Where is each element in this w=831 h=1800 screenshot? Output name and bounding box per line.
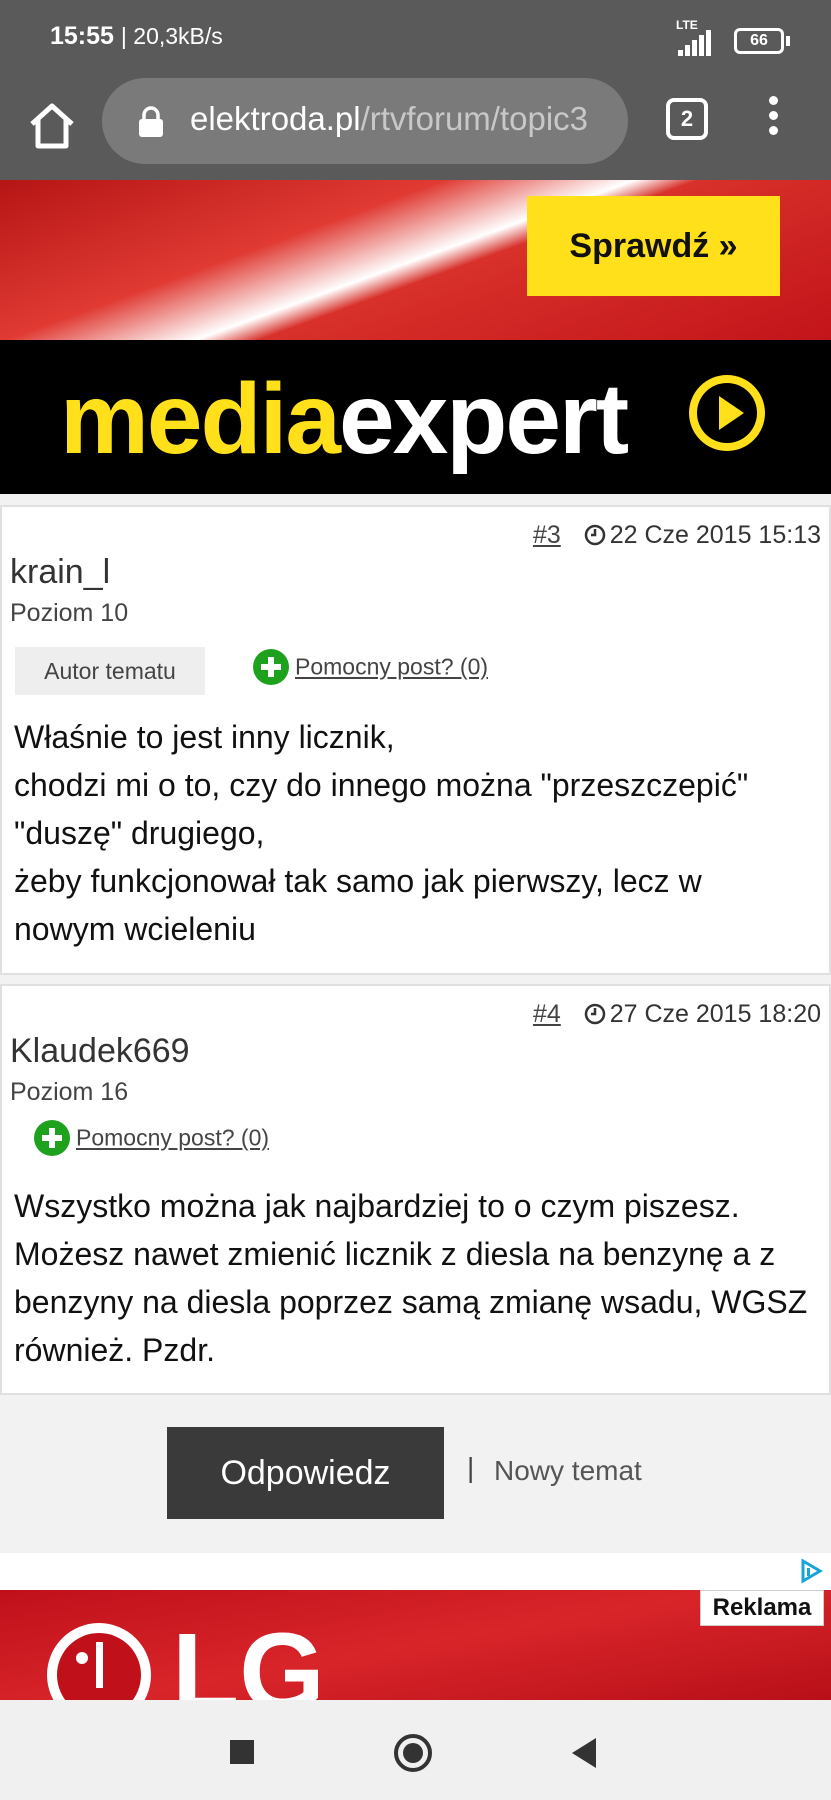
network-speed: | 20,3kB/s — [120, 23, 223, 49]
post-body: Wszystko można jak najbardziej to o czym… — [14, 1182, 824, 1374]
screen: 15:55 | 20,3kB/s LTE 66 elektroda.pl/rtv… — [0, 0, 831, 1800]
post-meta: #4 27 Cze 2015 18:20 — [533, 1000, 821, 1029]
forum-post: #3 22 Cze 2015 15:13 krain_l Poziom 10 A… — [0, 505, 831, 975]
post-text-line: żeby funkcjonował tak samo jak pierwszy,… — [14, 863, 702, 899]
home-button[interactable] — [22, 96, 82, 156]
post-number-link[interactable]: #4 — [533, 1000, 561, 1028]
signal-icon — [678, 30, 711, 56]
play-icon — [689, 375, 765, 451]
home-icon — [30, 103, 74, 149]
author-level: Poziom 16 — [10, 1078, 129, 1106]
post-text-line: Właśnie to jest inny licznik, — [14, 719, 395, 755]
home-nav-button[interactable] — [394, 1734, 432, 1772]
ad-header-strip — [0, 1553, 831, 1590]
clock-icon — [584, 524, 605, 546]
author-level: Poziom 10 — [10, 599, 129, 627]
menu-dot-icon — [768, 111, 778, 120]
recent-apps-button[interactable] — [230, 1740, 254, 1764]
ad-brand-logo: mediaexpert — [60, 363, 629, 475]
new-topic-link[interactable]: Nowy temat — [494, 1455, 642, 1487]
tab-count: 2 — [680, 106, 694, 131]
tab-switcher-button[interactable]: 2 — [666, 98, 708, 140]
url-text: elektroda.pl/rtvforum/topic3 — [190, 100, 588, 138]
address-bar[interactable]: elektroda.pl/rtvforum/topic3 — [102, 78, 628, 164]
overflow-menu-button[interactable] — [760, 96, 786, 144]
url-domain: elektroda.pl — [190, 100, 361, 137]
post-author[interactable]: krain_l — [10, 553, 110, 592]
topic-author-badge: Autor tematu — [15, 647, 205, 695]
status-bar: 15:55 | 20,3kB/s LTE 66 — [0, 0, 831, 78]
post-text-line: Możesz nawet zmienić licznik z diesla na… — [14, 1236, 776, 1272]
clock-icon — [584, 1003, 605, 1025]
lock-icon — [139, 106, 163, 137]
battery-tip — [786, 36, 790, 46]
helpful-post-label: Pomocny post? (0) — [295, 653, 489, 680]
helpful-post-button[interactable]: Pomocny post? (0) — [253, 649, 488, 685]
post-text-line: benzyny na diesla poprzez samą zmianę ws… — [14, 1284, 808, 1320]
post-text-line: Wszystko można jak najbardziej to o czym… — [14, 1188, 740, 1224]
helpful-post-label: Pomocny post? (0) — [76, 1124, 270, 1151]
brand-part-expert: expert — [339, 363, 629, 475]
menu-dot-icon — [768, 96, 778, 105]
post-text-line: również. Pzdr. — [14, 1332, 215, 1368]
battery-icon: 66 — [734, 28, 784, 54]
battery-level: 66 — [750, 32, 768, 49]
post-text-line: chodzi mi o to, czy do innego można "prz… — [14, 767, 749, 803]
browser-toolbar: elektroda.pl/rtvforum/topic3 2 — [0, 78, 831, 180]
plus-circle-icon — [253, 649, 289, 685]
post-author[interactable]: Klaudek669 — [10, 1032, 190, 1071]
post-text-line: "duszę" drugiego, — [14, 815, 265, 851]
post-number-link[interactable]: #3 — [533, 521, 561, 549]
post-date: 27 Cze 2015 18:20 — [609, 1000, 821, 1028]
ad-label: Reklama — [700, 1590, 824, 1626]
action-separator: | — [467, 1452, 475, 1483]
system-navigation-bar — [0, 1700, 831, 1800]
reply-button[interactable]: Odpowiedz — [167, 1427, 444, 1519]
menu-dot-icon — [768, 126, 778, 135]
adchoices-icon[interactable] — [798, 1558, 824, 1584]
post-meta: #3 22 Cze 2015 15:13 — [533, 521, 821, 550]
mediaexpert-ad[interactable]: Sprawdź » mediaexpert — [0, 180, 831, 494]
ad-cta-button[interactable]: Sprawdź » — [527, 196, 780, 296]
clock-text: 15:55 — [50, 22, 114, 50]
url-path: /rtvforum/topic3 — [360, 100, 589, 137]
status-icons: LTE 66 — [590, 16, 810, 60]
helpful-post-button[interactable]: Pomocny post? (0) — [34, 1120, 269, 1156]
post-text-line: nowym wcieleniu — [14, 911, 256, 947]
post-date: 22 Cze 2015 15:13 — [609, 521, 821, 549]
brand-part-media: media — [60, 363, 341, 475]
back-button[interactable] — [572, 1738, 596, 1768]
plus-circle-icon — [34, 1120, 70, 1156]
post-body: Właśnie to jest inny licznik, chodzi mi … — [14, 713, 824, 953]
status-time: 15:55 | 20,3kB/s — [50, 22, 223, 51]
forum-post: #4 27 Cze 2015 18:20 Klaudek669 Poziom 1… — [0, 984, 831, 1395]
